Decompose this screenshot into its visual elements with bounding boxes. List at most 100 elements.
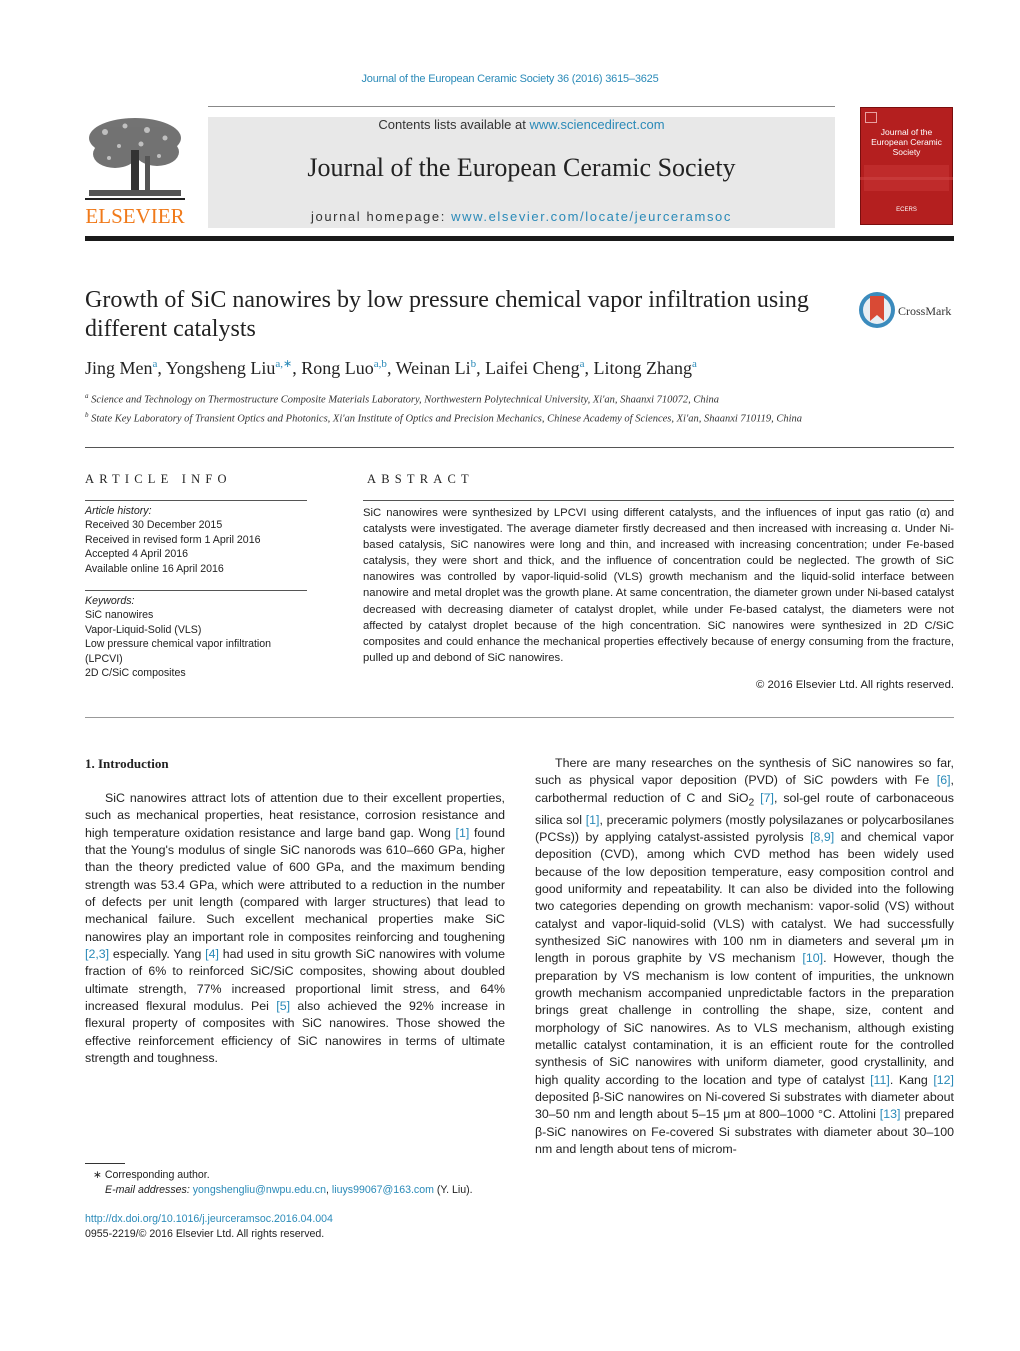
citation-link[interactable]: [8,9] [810,830,834,844]
citation-link[interactable]: [13] [880,1107,901,1121]
abstract-copyright: © 2016 Elsevier Ltd. All rights reserved… [756,679,954,691]
citation-link[interactable]: [2,3] [85,947,109,961]
history-item: Accepted 4 April 2016 [85,548,189,561]
contents-prefix: Contents lists available at [378,117,530,132]
keyword: Low pressure chemical vapor infiltration… [85,638,272,665]
body-text: . However, though the preparation by VS … [535,951,954,1087]
body-text: found that the Young's modulus of single… [85,825,505,944]
crossmark-icon [859,292,895,328]
author-affiliation-mark[interactable]: a,∗ [275,358,292,370]
citation-link[interactable]: [1] [456,826,470,840]
footnote-star: ∗ [93,1169,102,1181]
doi-block: http://dx.doi.org/10.1016/j.jeurceramsoc… [85,1212,333,1241]
citation-link[interactable]: [10] [802,951,823,965]
citation-link[interactable]: [7] [760,791,774,805]
keywords: Keywords: SiC nanowires Vapor-Liquid-Sol… [85,594,307,680]
journal-cover-thumbnail[interactable]: Journal of the European Ceramic Society … [860,107,953,225]
journal-reference-link[interactable]: Journal of the European Ceramic Society … [0,73,1020,85]
author[interactable]: Jing Mena [85,358,157,378]
elsevier-logo[interactable]: ELSEVIER [85,116,185,228]
author[interactable]: Rong Luoa,b [301,358,387,378]
footnote-rule [85,1163,125,1164]
author[interactable]: Yongsheng Liua,∗ [166,358,293,378]
author-affiliation-mark[interactable]: a [153,358,158,370]
cover-title: Journal of the European Ceramic Society [860,127,953,157]
history-label: Article history: [85,505,152,517]
affiliation-text: State Key Laboratory of Transient Optics… [91,413,803,424]
author[interactable]: Litong Zhanga [594,358,697,378]
cover-title-line: European Ceramic Society [871,137,942,157]
body-column-left: SiC nanowires attract lots of attention … [85,790,505,1068]
abstract-rule [363,500,954,501]
author[interactable]: Laifei Chenga [485,358,584,378]
title-divider [85,447,954,448]
affiliation-text: Science and Technology on Thermostructur… [91,394,720,406]
doi-link[interactable]: http://dx.doi.org/10.1016/j.jeurceramsoc… [85,1213,333,1225]
citation-link[interactable]: [12] [933,1073,954,1087]
citation-link[interactable]: [6] [937,773,951,787]
body-paragraph: SiC nanowires attract lots of attention … [85,790,505,1068]
author-name: Weinan Li [395,358,471,378]
keyword: Vapor-Liquid-Solid (VLS) [85,623,202,636]
article-history: Article history: Received 30 December 20… [85,504,310,576]
body-text: . Kang [889,1072,934,1087]
affiliation: b State Key Laboratory of Transient Opti… [85,408,845,427]
citation-link[interactable]: [5] [276,999,290,1013]
body-text: There are many researches on the synthes… [535,756,954,788]
email-link[interactable]: yongshengliu@nwpu.edu.cn [193,1184,326,1196]
abstract-text: SiC nanowires were synthesized by LPCVI … [363,507,954,664]
sciencedirect-link[interactable]: www.sciencedirect.com [529,117,664,132]
cover-bottom-label: ECERS [896,207,917,213]
journal-title: Journal of the European Ceramic Society [307,153,736,182]
homepage-prefix: journal homepage: [311,209,452,224]
issn-line: 0955-2219/© 2016 Elsevier Ltd. All right… [85,1227,325,1240]
keyword: 2D C/SiC composites [85,667,186,680]
abstract-divider [85,717,954,718]
history-item: Received in revised form 1 April 2016 [85,533,261,546]
article-info-rule [85,500,307,501]
cover-title-line: Journal of the [880,127,933,137]
keyword: SiC nanowires [85,609,154,622]
cover-publisher-icon [865,112,877,123]
keywords-rule [85,590,307,591]
author-affiliation-mark[interactable]: a [692,358,697,370]
author-name: Litong Zhang [593,358,692,378]
body-text: especially. Yang [109,947,206,962]
author-affiliation-mark[interactable]: a [580,358,585,370]
affiliation-mark: a [85,392,89,400]
corresponding-author-note: Corresponding author. [104,1169,210,1181]
journal-masthead: Contents lists available at www.scienced… [208,117,835,228]
body-text: SiC nanowires attract lots of attention … [85,791,505,840]
body-column-right: There are many researches on the synthes… [535,755,954,1158]
body-paragraph: There are many researches on the synthes… [535,755,954,1158]
email-owner: (Y. Liu). [436,1183,473,1196]
author-affiliation-mark[interactable]: b [471,358,477,370]
email-link[interactable]: liuys99067@163.com [332,1184,434,1196]
crossmark-label: CrossMark [898,304,952,318]
crossmark-button[interactable]: CrossMark [858,291,958,331]
email-label: E-mail addresses: [105,1183,190,1196]
author-affiliation-mark[interactable]: a,b [374,358,387,370]
article-title: Growth of SiC nanowires by low pressure … [85,287,809,342]
citation-link[interactable]: [1] [586,813,600,827]
affiliation: a Science and Technology on Thermostruct… [85,389,845,408]
footnote: ∗ Corresponding author. E-mail addresses… [93,1169,473,1196]
contents-line: Contents lists available at www.scienced… [208,117,835,132]
homepage-line: journal homepage: www.elsevier.com/locat… [208,209,835,224]
elsevier-wordmark: ELSEVIER [85,204,185,228]
section-heading-introduction: 1. Introduction [85,756,169,771]
journal-homepage-link[interactable]: www.elsevier.com/locate/jeurceramsoc [451,209,732,224]
affiliation-mark: b [85,410,89,419]
history-item: Received 30 December 2015 [85,519,223,532]
citation-link[interactable]: [4] [205,947,219,961]
author-list: Jing Mena, Yongsheng Liua,∗, Rong Luoa,b… [85,358,697,378]
article-info-heading: ARTICLE INFO [85,472,232,486]
history-item: Available online 16 April 2016 [85,562,224,575]
cover-watermark-icon [860,165,953,191]
author-name: Laifei Cheng [485,358,580,378]
citation-link[interactable]: [11] [870,1073,890,1087]
keywords-label: Keywords: [85,595,135,607]
author[interactable]: Weinan Lib [396,358,477,378]
affiliations: a Science and Technology on Thermostruct… [85,389,845,426]
author-name: Rong Luo [301,358,374,378]
